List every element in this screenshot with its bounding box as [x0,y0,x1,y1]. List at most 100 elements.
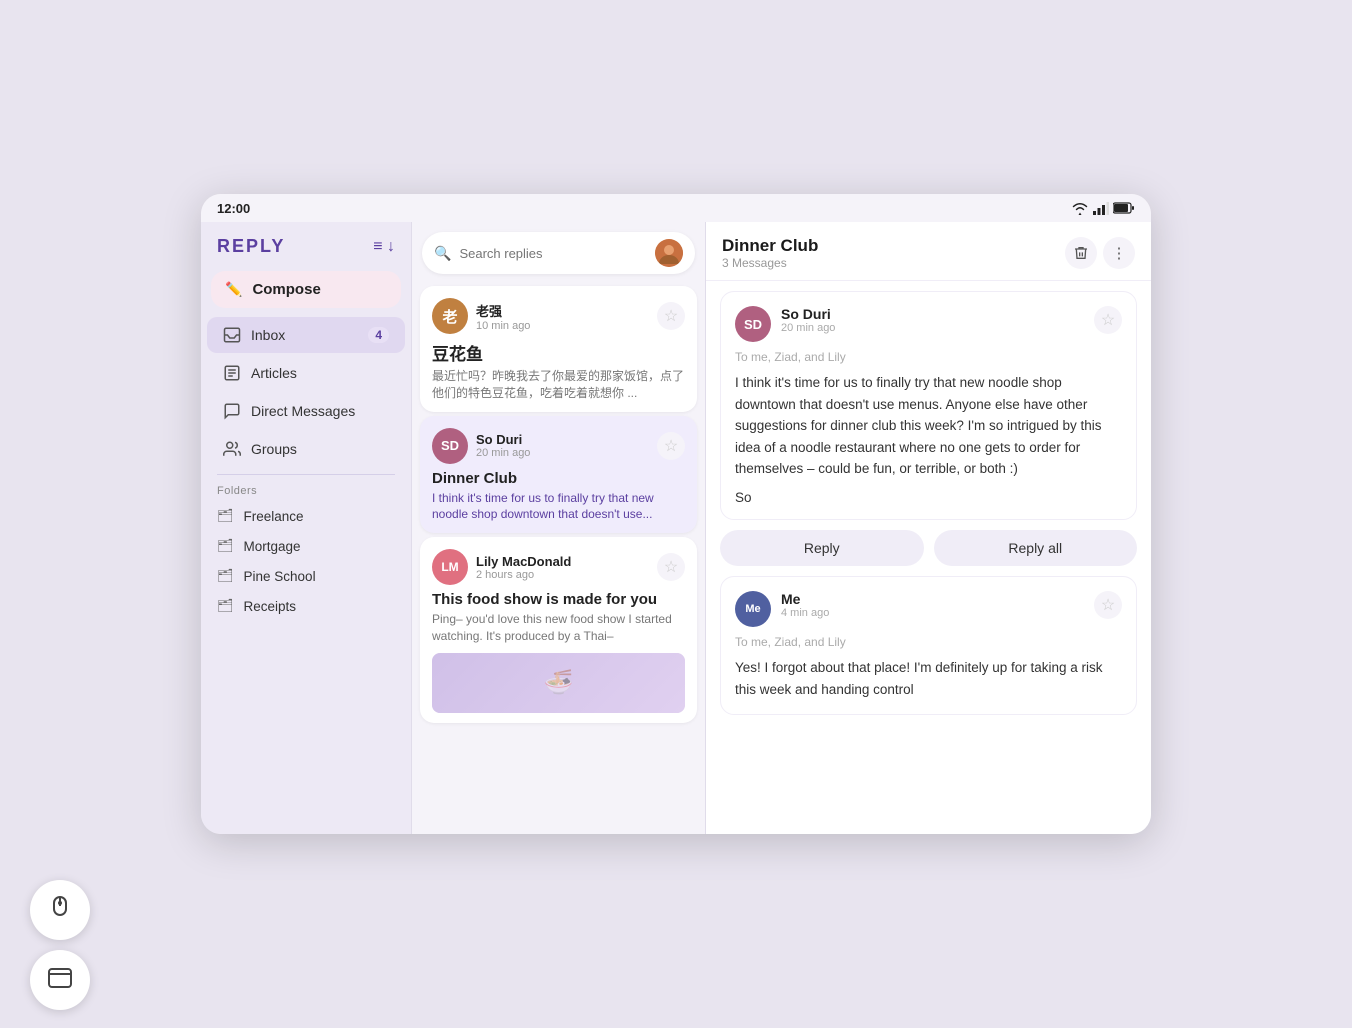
thread-title: Dinner Club [722,236,818,256]
thread-header: Dinner Club 3 Messages ⋮ [706,222,1151,281]
folders-label: Folders [201,481,411,501]
chat-icon [223,402,241,420]
delete-button[interactable] [1065,237,1097,269]
more-options-button[interactable]: ⋮ [1103,237,1135,269]
folder-mortgage[interactable]: 🗂 Mortgage [201,531,411,561]
email-preview-2: Ping– you'd love this new food show I st… [432,611,685,645]
email-preview-0: 最近忙吗？昨晚我去了你最爱的那家饭馆，点了他们的特色豆花鱼，吃着吃着就想你 ..… [432,368,685,402]
msg-star-1[interactable]: ☆ [1094,591,1122,619]
folder-icon-freelance: 🗂 [217,508,234,524]
mouse-icon [46,893,74,927]
message-card-1: Me Me 4 min ago ☆ To me, Ziad, and Lily … [720,576,1137,715]
email-card-2[interactable]: LM Lily MacDonald 2 hours ago ☆ This foo… [420,537,697,723]
user-avatar [655,239,683,267]
msg-to-1: To me, Ziad, and Lily [735,635,1122,649]
inbox-badge: 4 [368,327,389,343]
inbox-icon [223,326,241,344]
email-list: 老 老强 10 min ago ☆ 豆花鱼 最近忙吗？昨晚我去了你最爱的那家饭馆… [412,282,705,834]
email-sender-0: 老强 [476,301,649,320]
compose-button[interactable]: ✏️ Compose [211,271,401,308]
float-button-mouse[interactable] [30,880,90,940]
sidebar-item-groups[interactable]: Groups [207,431,405,467]
email-card-0[interactable]: 老 老强 10 min ago ☆ 豆花鱼 最近忙吗？昨晚我去了你最爱的那家饭馆… [420,286,697,412]
msg-sender-0: So Duri [781,306,1084,322]
msg-body-1: Yes! I forgot about that place! I'm defi… [735,657,1122,700]
star-button-1[interactable]: ☆ [657,432,685,460]
email-time-2: 2 hours ago [476,569,649,581]
wifi-icon [1071,202,1089,215]
folder-icon-pine-school: 🗂 [217,568,234,584]
sidebar-header: REPLY ≡ ↓ [201,230,411,267]
reply-all-button[interactable]: Reply all [934,530,1138,566]
msg-to-0: To me, Ziad, and Lily [735,350,1122,364]
articles-icon [223,364,241,382]
articles-label: Articles [251,365,389,381]
status-icons [1071,202,1135,215]
battery-icon [1113,202,1135,214]
sidebar-item-articles[interactable]: Articles [207,355,405,391]
email-subject-0: 豆花鱼 [432,340,685,365]
middle-panel: 🔍 老 老强 10 min [411,222,706,834]
msg-meta-0: So Duri 20 min ago [781,306,1084,334]
msg-time-1: 4 min ago [781,607,1084,619]
sidebar-divider [217,474,395,475]
msg-body-0: I think it's time for us to finally try … [735,372,1122,480]
groups-icon [223,440,241,458]
star-button-2[interactable]: ☆ [657,553,685,581]
groups-label: Groups [251,441,389,457]
msg-signature-0: So [735,490,1122,505]
status-time: 12:00 [217,201,250,216]
status-bar: 12:00 [201,194,1151,222]
compose-label: Compose [252,281,320,298]
msg-time-0: 20 min ago [781,322,1084,334]
compose-icon: ✏️ [225,281,242,298]
search-bar: 🔍 [422,232,695,274]
folder-icon-mortgage: 🗂 [217,538,234,554]
thread-title-block: Dinner Club 3 Messages [722,236,818,270]
brand-name: REPLY [217,236,285,257]
folder-receipts-label: Receipts [244,599,297,614]
folder-mortgage-label: Mortgage [244,539,301,554]
email-time-1: 20 min ago [476,447,649,459]
email-meta-2: Lily MacDonald 2 hours ago [476,554,649,581]
email-sender-2: Lily MacDonald [476,554,649,569]
float-button-window[interactable] [30,950,90,1010]
email-sender-1: So Duri [476,432,649,447]
folder-receipts[interactable]: 🗂 Receipts [201,591,411,621]
folder-pine-school-label: Pine School [244,569,316,584]
folder-icon-receipts: 🗂 [217,598,234,614]
msg-star-0[interactable]: ☆ [1094,306,1122,334]
sort-icon[interactable]: ≡ ↓ [373,238,395,256]
messages-area: SD So Duri 20 min ago ☆ To me, Ziad, and… [706,281,1151,834]
direct-messages-label: Direct Messages [251,403,389,419]
msg-avatar-0: SD [735,306,771,342]
window-icon [47,967,73,994]
reply-button[interactable]: Reply [720,530,924,566]
email-avatar-0: 老 [432,298,468,334]
search-input[interactable] [459,246,647,261]
sidebar: REPLY ≡ ↓ ✏️ Compose Inbox 4 Articles [201,222,411,834]
msg-sender-1: Me [781,591,1084,607]
email-avatar-1: SD [432,428,468,464]
email-time-0: 10 min ago [476,320,649,332]
email-meta-0: 老强 10 min ago [476,301,649,332]
right-panel: Dinner Club 3 Messages ⋮ [706,222,1151,834]
signal-icon [1093,202,1109,215]
folder-freelance-label: Freelance [244,509,304,524]
folder-pine-school[interactable]: 🗂 Pine School [201,561,411,591]
main-layout: REPLY ≡ ↓ ✏️ Compose Inbox 4 Articles [201,222,1151,834]
thread-count: 3 Messages [722,256,818,270]
email-avatar-2: LM [432,549,468,585]
msg-meta-1: Me 4 min ago [781,591,1084,619]
message-header-0: SD So Duri 20 min ago ☆ [735,306,1122,342]
folder-freelance[interactable]: 🗂 Freelance [201,501,411,531]
email-image-2: 🍜 [432,653,685,713]
reply-actions: Reply Reply all [720,530,1137,566]
sidebar-item-direct-messages[interactable]: Direct Messages [207,393,405,429]
search-icon: 🔍 [434,245,451,262]
email-card-1[interactable]: SD So Duri 20 min ago ☆ Dinner Club I th… [420,416,697,534]
sidebar-item-inbox[interactable]: Inbox 4 [207,317,405,353]
star-button-0[interactable]: ☆ [657,302,685,330]
message-header-1: Me Me 4 min ago ☆ [735,591,1122,627]
email-subject-2: This food show is made for you [432,591,685,608]
